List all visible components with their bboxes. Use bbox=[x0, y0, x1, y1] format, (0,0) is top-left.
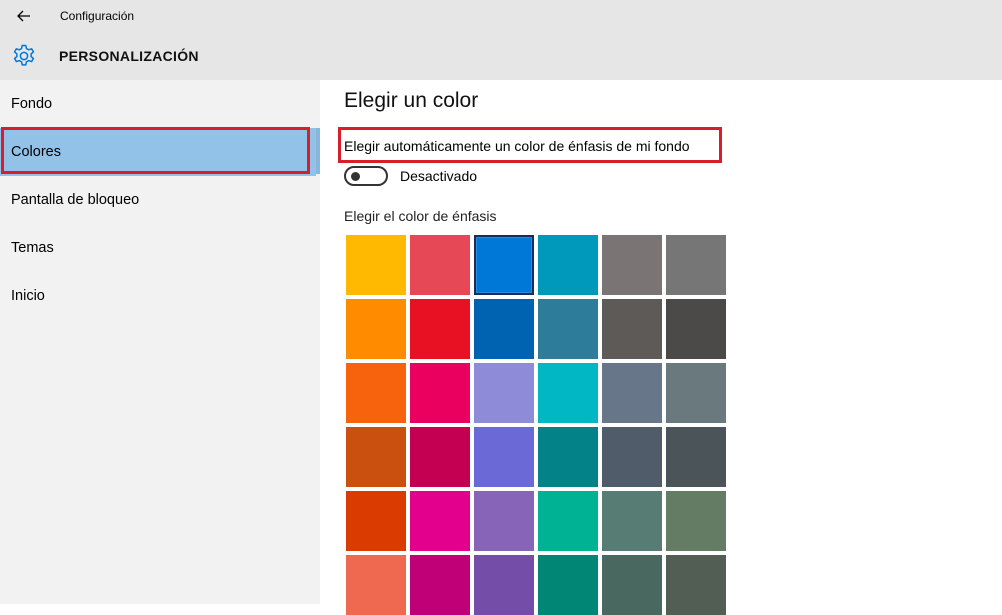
sidebar-item-inicio[interactable]: Inicio bbox=[0, 272, 320, 320]
color-swatch[interactable] bbox=[602, 235, 662, 295]
color-swatch[interactable] bbox=[346, 363, 406, 423]
sidebar-item-label: Colores bbox=[11, 144, 61, 160]
color-swatch[interactable] bbox=[410, 427, 470, 487]
color-swatch[interactable] bbox=[346, 299, 406, 359]
color-swatch[interactable] bbox=[666, 555, 726, 615]
color-swatch[interactable] bbox=[666, 427, 726, 487]
color-swatch[interactable] bbox=[346, 235, 406, 295]
accent-color-label: Elegir el color de énfasis bbox=[344, 208, 497, 224]
color-swatch[interactable] bbox=[346, 491, 406, 551]
color-swatch[interactable] bbox=[346, 427, 406, 487]
color-swatch[interactable] bbox=[538, 299, 598, 359]
toggle-knob bbox=[351, 172, 360, 181]
color-swatch[interactable] bbox=[602, 555, 662, 615]
toggle-state-label: Desactivado bbox=[400, 168, 478, 184]
color-swatch[interactable] bbox=[602, 299, 662, 359]
color-swatch[interactable] bbox=[474, 491, 534, 551]
accent-color-grid bbox=[346, 235, 730, 615]
color-swatch[interactable] bbox=[346, 555, 406, 615]
color-swatch[interactable] bbox=[410, 363, 470, 423]
color-swatch[interactable] bbox=[410, 555, 470, 615]
sidebar-item-label: Inicio bbox=[11, 288, 45, 304]
arrow-left-icon bbox=[17, 10, 30, 22]
section-title: PERSONALIZACIÓN bbox=[59, 48, 199, 64]
gear-icon bbox=[13, 44, 35, 66]
color-swatch[interactable] bbox=[538, 235, 598, 295]
color-swatch[interactable] bbox=[602, 491, 662, 551]
color-swatch[interactable] bbox=[474, 299, 534, 359]
color-swatch[interactable] bbox=[410, 235, 470, 295]
color-swatch[interactable] bbox=[474, 363, 534, 423]
app-title: Configuración bbox=[60, 9, 135, 23]
sidebar-item-temas[interactable]: Temas bbox=[0, 224, 320, 272]
color-swatch[interactable] bbox=[474, 427, 534, 487]
color-swatch[interactable] bbox=[538, 363, 598, 423]
color-swatch[interactable] bbox=[538, 427, 598, 487]
color-swatch[interactable] bbox=[666, 363, 726, 423]
color-swatch[interactable] bbox=[410, 491, 470, 551]
color-swatch[interactable] bbox=[474, 555, 534, 615]
sidebar-item-fondo[interactable]: Fondo bbox=[0, 80, 320, 128]
color-swatch[interactable] bbox=[666, 491, 726, 551]
back-button[interactable] bbox=[8, 4, 40, 28]
title-bar: Configuración PERSONALIZACIÓN bbox=[0, 0, 1002, 80]
sidebar-item-label: Temas bbox=[11, 240, 54, 256]
color-swatch[interactable] bbox=[474, 235, 534, 295]
selection-indicator bbox=[316, 128, 320, 174]
sidebar-item-pantalla-de-bloqueo[interactable]: Pantalla de bloqueo bbox=[0, 176, 320, 224]
color-swatch[interactable] bbox=[538, 555, 598, 615]
color-swatch[interactable] bbox=[410, 299, 470, 359]
page-title: Elegir un color bbox=[344, 89, 479, 112]
sidebar-item-label: Pantalla de bloqueo bbox=[11, 192, 140, 208]
auto-color-toggle[interactable] bbox=[344, 166, 388, 186]
color-swatch[interactable] bbox=[666, 299, 726, 359]
color-swatch[interactable] bbox=[666, 235, 726, 295]
sidebar-item-colores[interactable]: Colores bbox=[0, 128, 316, 176]
auto-color-label: Elegir automáticamente un color de énfas… bbox=[344, 138, 690, 154]
sidebar-item-label: Fondo bbox=[11, 96, 53, 112]
color-swatch[interactable] bbox=[602, 427, 662, 487]
color-swatch[interactable] bbox=[538, 491, 598, 551]
color-swatch[interactable] bbox=[602, 363, 662, 423]
